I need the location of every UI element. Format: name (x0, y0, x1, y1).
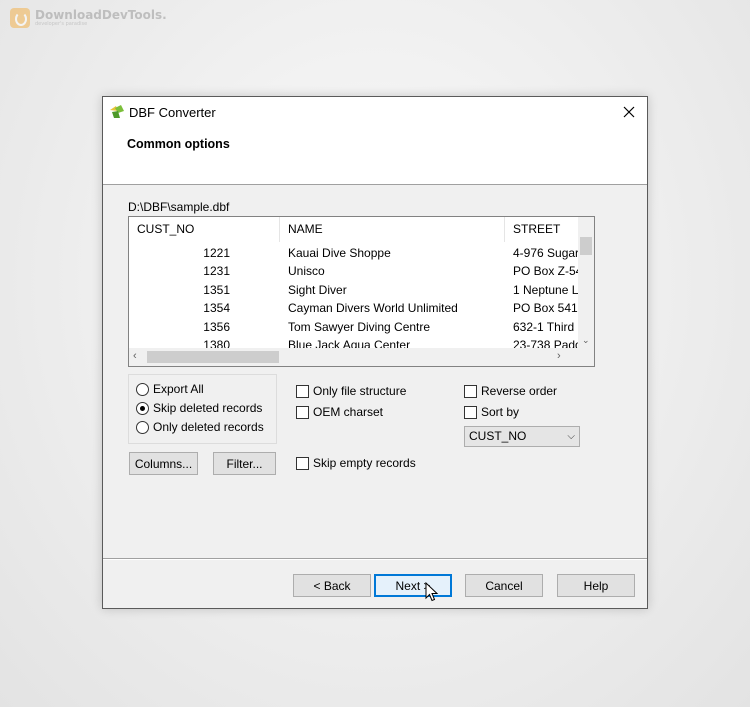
cell-cust-no: 1356 (203, 319, 230, 334)
sort-field-select[interactable]: CUST_NO ⌵ (464, 426, 580, 447)
cell-street: 632-1 Third Frydenhoj (513, 319, 580, 334)
only-deleted-option[interactable]: Only deleted records (136, 420, 264, 434)
sort-field-value: CUST_NO (469, 429, 527, 443)
table-row[interactable]: 1380 Blue Jack Aqua Center 23-738 Paddin… (129, 336, 580, 348)
cell-name: Blue Jack Aqua Center (288, 337, 411, 348)
cell-name: Kauai Dive Shoppe (288, 246, 391, 260)
watermark-logo-icon (10, 8, 30, 28)
cell-street: 4-976 Sugarloaf Hwy (513, 246, 580, 260)
only-file-structure-checkbox[interactable] (296, 384, 309, 398)
scroll-left-icon[interactable]: ‹ (133, 351, 137, 362)
sort-by-option[interactable]: Sort by (464, 405, 519, 419)
table-row[interactable]: 1351 Sight Diver 1 Neptune Lane (129, 281, 580, 299)
filter-button[interactable]: Filter... (213, 452, 276, 475)
column-header-name[interactable]: NAME (280, 217, 505, 242)
oem-charset-checkbox[interactable] (296, 405, 309, 419)
next-button[interactable]: Next > (374, 574, 452, 597)
scroll-right-icon[interactable]: › (557, 351, 561, 362)
skip-deleted-radio[interactable] (136, 401, 149, 415)
export-all-label: Export All (153, 382, 204, 396)
only-deleted-label: Only deleted records (153, 420, 264, 434)
dbf-converter-window: DBF Converter Common options D:\DBF\samp… (102, 96, 648, 609)
cell-cust-no: 1380 (203, 337, 230, 348)
cell-name: Cayman Divers World Unlimited (288, 301, 458, 316)
grid-rows: 1221 Kauai Dive Shoppe 4-976 Sugarloaf H… (129, 244, 580, 348)
cell-street: 1 Neptune Lane (513, 282, 580, 297)
footer-divider-highlight (103, 559, 647, 560)
horizontal-scrollbar[interactable]: ‹ › (129, 348, 580, 366)
column-header-street[interactable]: STREET (505, 217, 580, 242)
mouse-cursor-icon (425, 582, 439, 602)
cell-name: Unisco (288, 264, 325, 279)
cell-street: PO Box Z-547 (513, 264, 580, 279)
skip-empty-label: Skip empty records (313, 456, 416, 470)
cell-cust-no: 1354 (203, 301, 230, 316)
watermark-name: DownloadDevTools. (35, 7, 167, 22)
reverse-order-option[interactable]: Reverse order (464, 384, 557, 398)
page-title: Common options (127, 137, 230, 151)
records-radio-group: Export All Skip deleted records Only del… (128, 374, 277, 444)
export-all-option[interactable]: Export All (136, 382, 204, 396)
watermark: DownloadDevTools. developer's paradise (10, 8, 167, 28)
table-row[interactable]: 1356 Tom Sawyer Diving Centre 632-1 Thir… (129, 318, 580, 336)
skip-deleted-option[interactable]: Skip deleted records (136, 401, 262, 415)
table-row[interactable]: 1354 Cayman Divers World Unlimited PO Bo… (129, 299, 580, 317)
sort-by-checkbox[interactable] (464, 405, 477, 419)
cell-cust-no: 1231 (203, 264, 230, 279)
scroll-down-icon[interactable]: ⌄ (582, 336, 590, 345)
cell-cust-no: 1351 (203, 282, 230, 297)
horizontal-scroll-thumb[interactable] (147, 351, 279, 363)
window-title: DBF Converter (129, 105, 216, 120)
title-bar[interactable]: DBF Converter (103, 97, 647, 127)
reverse-order-checkbox[interactable] (464, 384, 477, 398)
dbf-converter-icon (110, 105, 124, 118)
cell-street: PO Box 541 (513, 301, 578, 316)
skip-deleted-label: Skip deleted records (153, 401, 263, 415)
chevron-down-icon: ⌵ (567, 431, 575, 442)
vertical-scroll-thumb[interactable] (580, 237, 592, 255)
cancel-button[interactable]: Cancel (465, 574, 543, 597)
help-button[interactable]: Help (557, 574, 635, 597)
cell-cust-no: 1221 (203, 246, 230, 260)
wizard-header: Common options (103, 127, 647, 185)
file-path-label: D:\DBF\sample.dbf (128, 200, 230, 214)
scrollbar-corner (578, 348, 594, 366)
table-row[interactable]: 1221 Kauai Dive Shoppe 4-976 Sugarloaf H… (129, 244, 580, 262)
vertical-scrollbar[interactable]: ⌄ (578, 217, 594, 348)
close-button[interactable] (611, 97, 647, 127)
cell-name: Sight Diver (288, 282, 347, 297)
skip-empty-checkbox[interactable] (296, 456, 309, 470)
data-preview-grid[interactable]: CUST_NO NAME STREET 1221 Kauai Dive Shop… (128, 216, 595, 367)
cell-street: 23-738 Paddington Lane (513, 337, 580, 348)
grid-header: CUST_NO NAME STREET (129, 217, 580, 242)
oem-charset-option[interactable]: OEM charset (296, 405, 383, 419)
reverse-order-label: Reverse order (481, 384, 558, 398)
cell-name: Tom Sawyer Diving Centre (288, 319, 431, 334)
table-row[interactable]: 1231 Unisco PO Box Z-547 (129, 262, 580, 280)
only-deleted-radio[interactable] (136, 420, 149, 434)
only-file-structure-label: Only file structure (313, 384, 407, 398)
oem-charset-label: OEM charset (313, 405, 384, 419)
close-icon (623, 106, 635, 118)
export-all-radio[interactable] (136, 382, 149, 396)
skip-empty-option[interactable]: Skip empty records (296, 456, 416, 470)
only-file-structure-option[interactable]: Only file structure (296, 384, 406, 398)
sort-by-label: Sort by (481, 405, 520, 419)
column-header-cust-no[interactable]: CUST_NO (129, 217, 280, 242)
back-button[interactable]: < Back (293, 574, 371, 597)
columns-button[interactable]: Columns... (129, 452, 198, 475)
